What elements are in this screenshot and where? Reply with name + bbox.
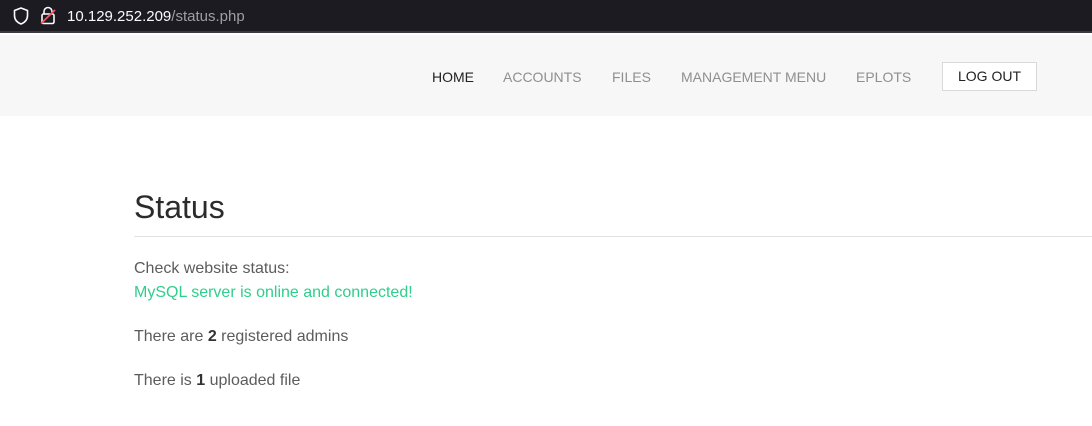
mysql-status-message: MySQL server is online and connected! (134, 284, 413, 301)
url-host: 10.129.252.209 (67, 8, 172, 25)
insecure-lock-icon[interactable] (40, 6, 56, 25)
check-status-label: Check website status: (134, 260, 290, 277)
files-suffix: uploaded file (205, 372, 301, 389)
nav-item-accounts[interactable]: ACCOUNTS (503, 69, 582, 85)
nav-item-management-menu[interactable]: MANAGEMENT MENU (681, 69, 826, 85)
admins-suffix: registered admins (216, 328, 349, 345)
files-count: 1 (196, 372, 206, 389)
files-prefix: There is (134, 372, 197, 389)
admins-count-text: There are 2 registered admins (134, 328, 348, 346)
nav-item-files[interactable]: FILES (612, 69, 651, 85)
url-text[interactable]: 10.129.252.209/status.php (67, 8, 245, 25)
title-divider (134, 236, 1092, 237)
nav-item-home[interactable]: HOME (432, 69, 474, 85)
site-navbar: HOME ACCOUNTS FILES MANAGEMENT MENU EPLO… (0, 35, 1092, 116)
nav-item-eplots[interactable]: EPLOTS (856, 69, 911, 85)
page-title: Status (134, 189, 225, 225)
admins-count: 2 (207, 328, 217, 345)
shield-icon[interactable] (13, 7, 29, 25)
admins-prefix: There are (134, 328, 208, 345)
files-count-text: There is 1 uploaded file (134, 372, 300, 390)
browser-url-bar[interactable]: 10.129.252.209/status.php (0, 0, 1092, 33)
logout-button[interactable]: LOG OUT (942, 62, 1037, 91)
url-path: /status.php (171, 8, 245, 25)
